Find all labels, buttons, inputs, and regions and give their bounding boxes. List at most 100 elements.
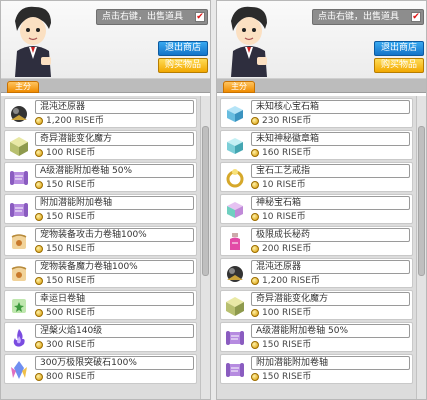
item-name: 幸运日卷轴 bbox=[35, 292, 194, 306]
coin-icon bbox=[251, 277, 259, 285]
item-price: 1,200 RISE币 bbox=[251, 275, 320, 287]
shop-item-row[interactable]: 奇异潜能变化魔方 100 RISE币 bbox=[220, 290, 413, 320]
lucky-scroll-icon bbox=[7, 294, 31, 318]
potion-icon bbox=[223, 230, 247, 254]
shop-item-row[interactable]: A级潜能附加卷轴 50% 150 RISE币 bbox=[4, 162, 197, 192]
shop-item-row[interactable]: 宠物装备魔力卷轴100% 150 RISE币 bbox=[4, 258, 197, 288]
checkmark-icon[interactable]: ✔ bbox=[411, 12, 421, 22]
shop-item-row[interactable]: 混沌还原器 1,200 RISE币 bbox=[220, 258, 413, 288]
shop-item-row[interactable]: 幸运日卷轴 500 RISE币 bbox=[4, 290, 197, 320]
exit-shop-button[interactable]: 退出商店 bbox=[158, 41, 208, 56]
flame-icon bbox=[7, 326, 31, 350]
price-text: 150 RISE币 bbox=[46, 244, 96, 254]
scrollbar-thumb[interactable] bbox=[202, 126, 209, 276]
item-price: 1,200 RISE币 bbox=[35, 115, 104, 127]
scroll-icon bbox=[223, 358, 247, 382]
coin-icon bbox=[35, 309, 43, 317]
coin-icon bbox=[35, 245, 43, 253]
item-price: 100 RISE币 bbox=[35, 147, 95, 159]
coin-icon bbox=[251, 309, 259, 317]
item-price: 300 RISE币 bbox=[35, 339, 95, 351]
tab-main[interactable]: 主分 bbox=[223, 81, 255, 93]
item-price: 10 RISE币 bbox=[251, 211, 306, 223]
item-name: A级潜能附加卷轴 50% bbox=[251, 324, 410, 338]
shop-item-row[interactable]: 宠物装备攻击力卷轴100% 150 RISE币 bbox=[4, 226, 197, 256]
tab-main[interactable]: 主分 bbox=[7, 81, 39, 93]
shop-item-row[interactable]: A级潜能附加卷轴 50% 150 RISE币 bbox=[220, 322, 413, 352]
category-tabbar: 主分 bbox=[1, 79, 210, 93]
sell-on-right-click-checkbox[interactable]: 点击右键，出售道具 ✔ bbox=[96, 9, 208, 25]
item-price: 150 RISE币 bbox=[35, 243, 95, 255]
item-name: A级潜能附加卷轴 50% bbox=[35, 164, 194, 178]
scrollbar-right[interactable] bbox=[416, 96, 426, 399]
shop-item-row[interactable]: 神秘宝石箱 10 RISE币 bbox=[220, 194, 413, 224]
coin-icon bbox=[251, 213, 259, 221]
item-price: 230 RISE币 bbox=[251, 115, 311, 127]
shop-header: 点击右键，出售道具 ✔ 退出商店 购买物品 bbox=[217, 1, 426, 79]
ring-icon bbox=[223, 166, 247, 190]
item-name: 300万极限突破石100% bbox=[35, 356, 194, 370]
shop-item-row[interactable]: 未知核心宝石箱 230 RISE币 bbox=[220, 98, 413, 128]
item-price: 800 RISE币 bbox=[35, 371, 95, 383]
shop-header: 点击右键，出售道具 ✔ 退出商店 购买物品 bbox=[1, 1, 210, 79]
cash-shop-screenshot: 点击右键，出售道具 ✔ 退出商店 购买物品 主分 混沌还原器 1,200 RISE… bbox=[0, 0, 427, 400]
price-text: 150 RISE币 bbox=[46, 212, 96, 222]
gem-box-icon bbox=[223, 102, 247, 126]
mystery-box-icon bbox=[223, 198, 247, 222]
price-text: 1,200 RISE币 bbox=[46, 116, 104, 126]
buy-item-button[interactable]: 购买物品 bbox=[374, 58, 424, 73]
price-text: 1,200 RISE币 bbox=[262, 276, 320, 286]
item-name: 奇异潜能变化魔方 bbox=[251, 292, 410, 306]
sell-on-right-click-checkbox[interactable]: 点击右键，出售道具 ✔ bbox=[312, 9, 424, 25]
exit-shop-button[interactable]: 退出商店 bbox=[374, 41, 424, 56]
price-text: 10 RISE币 bbox=[262, 180, 306, 190]
scroll-icon bbox=[7, 198, 31, 222]
npc-portrait-icon bbox=[15, 6, 51, 77]
item-price: 200 RISE币 bbox=[251, 243, 311, 255]
cube-icon bbox=[7, 134, 31, 158]
item-name: 宠物装备攻击力卷轴100% bbox=[35, 228, 194, 242]
item-name: 未知核心宝石箱 bbox=[251, 100, 410, 114]
category-tabbar: 主分 bbox=[217, 79, 426, 93]
price-text: 100 RISE币 bbox=[46, 148, 96, 158]
item-price: 150 RISE币 bbox=[251, 339, 311, 351]
shop-item-row[interactable]: 未知神秘徽章箱 160 RISE币 bbox=[220, 130, 413, 160]
coin-icon bbox=[251, 373, 259, 381]
price-text: 160 RISE币 bbox=[262, 148, 312, 158]
coin-icon bbox=[35, 149, 43, 157]
price-text: 100 RISE币 bbox=[262, 308, 312, 318]
item-name: 附加潜能附加卷轴 bbox=[35, 196, 194, 210]
shop-item-row[interactable]: 附加潜能附加卷轴 150 RISE币 bbox=[4, 194, 197, 224]
coin-icon bbox=[35, 373, 43, 381]
item-name: 附加潜能附加卷轴 bbox=[251, 356, 410, 370]
item-name: 混沌还原器 bbox=[251, 260, 410, 274]
pet-scroll-icon bbox=[7, 230, 31, 254]
item-list-left: 混沌还原器 1,200 RISE币 奇异潜能变化魔方 100 RISE币 A级潜能附加卷… bbox=[1, 96, 200, 399]
buy-item-button[interactable]: 购买物品 bbox=[158, 58, 208, 73]
coin-icon bbox=[251, 117, 259, 125]
item-name: 未知神秘徽章箱 bbox=[251, 132, 410, 146]
shop-item-row[interactable]: 混沌还原器 1,200 RISE币 bbox=[4, 98, 197, 128]
scrollbar-left[interactable] bbox=[200, 96, 210, 399]
coin-icon bbox=[35, 277, 43, 285]
scrollbar-thumb[interactable] bbox=[418, 126, 425, 276]
shop-item-row[interactable]: 附加潜能附加卷轴 150 RISE币 bbox=[220, 354, 413, 384]
shop-panel-left: 点击右键，出售道具 ✔ 退出商店 购买物品 主分 混沌还原器 1,200 RISE… bbox=[0, 0, 211, 400]
checkbox-label: 点击右键，出售道具 bbox=[318, 12, 400, 22]
shop-item-row[interactable]: 奇异潜能变化魔方 100 RISE币 bbox=[4, 130, 197, 160]
price-text: 150 RISE币 bbox=[46, 276, 96, 286]
price-text: 500 RISE币 bbox=[46, 308, 96, 318]
coin-icon bbox=[35, 117, 43, 125]
item-price: 160 RISE币 bbox=[251, 147, 311, 159]
price-text: 800 RISE币 bbox=[46, 372, 96, 382]
checkbox-label: 点击右键，出售道具 bbox=[102, 12, 184, 22]
shop-item-row[interactable]: 涅槃火焰140级 300 RISE币 bbox=[4, 322, 197, 352]
shop-item-row[interactable]: 300万极限突破石100% 800 RISE币 bbox=[4, 354, 197, 384]
cube-icon bbox=[223, 294, 247, 318]
coin-icon bbox=[251, 341, 259, 349]
checkmark-icon[interactable]: ✔ bbox=[195, 12, 205, 22]
shop-item-row[interactable]: 极限成长秘药 200 RISE币 bbox=[220, 226, 413, 256]
price-text: 150 RISE币 bbox=[262, 340, 312, 350]
npc-portrait-icon bbox=[231, 6, 267, 77]
shop-item-row[interactable]: 宝石工艺戒指 10 RISE币 bbox=[220, 162, 413, 192]
